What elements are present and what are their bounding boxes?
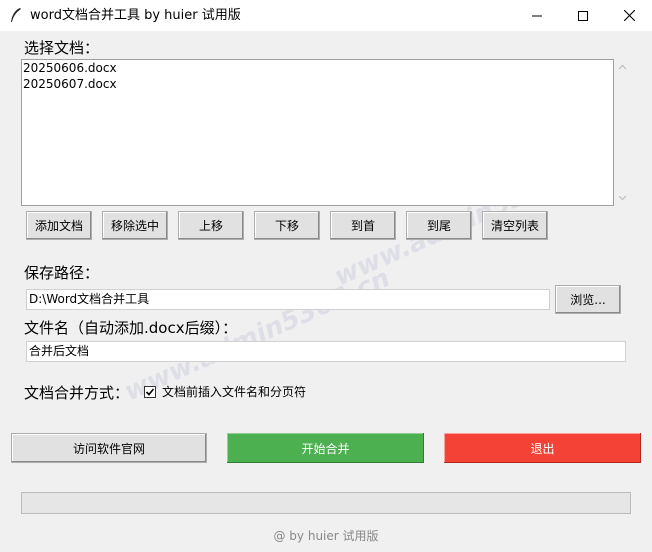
vertical-scrollbar[interactable]	[614, 59, 631, 206]
move-down-button[interactable]: 下移	[254, 211, 320, 240]
browse-button[interactable]: 浏览...	[555, 285, 621, 314]
chevron-up-icon[interactable]	[617, 62, 628, 73]
remove-selected-button[interactable]: 移除选中	[102, 211, 168, 240]
progress-bar	[21, 492, 631, 514]
maximize-icon	[578, 10, 588, 21]
title-bar: word文档合并工具 by huier 试用版	[0, 0, 652, 31]
merge-mode-label: 文档合并方式：	[24, 384, 130, 402]
feather-icon	[11, 8, 21, 22]
close-button[interactable]	[606, 0, 652, 31]
file-listbox[interactable]: 20250606.docx 20250607.docx	[21, 59, 614, 206]
visit-website-button[interactable]: 访问软件官网	[11, 433, 207, 463]
move-to-top-button[interactable]: 到首	[330, 211, 396, 240]
save-path-label: 保存路径：	[24, 264, 100, 282]
exit-button[interactable]: 退出	[444, 433, 641, 463]
save-path-input[interactable]: D:\Word文档合并工具	[26, 289, 550, 310]
checkmark-icon	[145, 388, 155, 396]
insert-filename-checkbox-label[interactable]: 文档前插入文件名和分页符	[162, 385, 306, 400]
insert-filename-checkbox[interactable]	[144, 386, 156, 398]
close-icon	[623, 10, 635, 21]
file-list-label: 选择文档：	[24, 39, 100, 57]
add-document-button[interactable]: 添加文档	[26, 211, 92, 240]
window-title: word文档合并工具 by huier 试用版	[30, 8, 241, 23]
filename-label: 文件名（自动添加.docx后缀）：	[24, 319, 238, 337]
clear-list-button[interactable]: 清空列表	[482, 211, 548, 240]
chevron-down-icon[interactable]	[617, 192, 628, 203]
list-item[interactable]: 20250607.docx	[22, 76, 613, 92]
filename-input[interactable]: 合并后文档	[26, 341, 626, 362]
move-to-bottom-button[interactable]: 到尾	[406, 211, 472, 240]
minimize-button[interactable]	[514, 0, 560, 31]
footer-credit: @ by huier 试用版	[273, 529, 379, 543]
minimize-icon	[532, 15, 542, 16]
maximize-button[interactable]	[560, 0, 606, 31]
move-up-button[interactable]: 上移	[178, 211, 244, 240]
start-merge-button[interactable]: 开始合并	[227, 433, 424, 463]
list-item[interactable]: 20250606.docx	[22, 60, 613, 76]
